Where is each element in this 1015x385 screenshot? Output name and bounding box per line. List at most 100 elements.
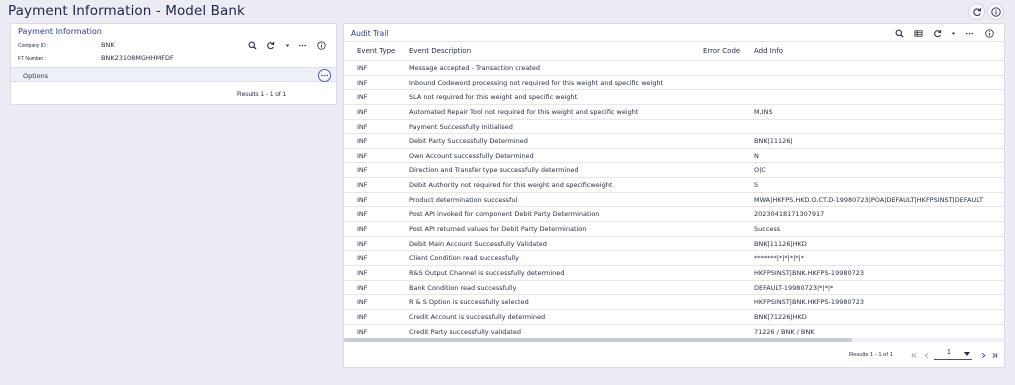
event-type-cell: INF: [357, 283, 368, 292]
add-info-cell: M,INS: [754, 107, 773, 116]
pager-results-count: Results 1 - 1 of 1: [849, 352, 893, 358]
event-type-cell: INF: [357, 239, 368, 248]
add-info-cell: Success: [754, 225, 781, 234]
event-type-cell: INF: [357, 93, 368, 102]
table-row[interactable]: INF Post API returned values for Debit Pa…: [344, 221, 1004, 236]
horizontal-scrollbar-thumb[interactable]: [344, 338, 852, 342]
add-info-cell: N: [754, 151, 759, 160]
options-menu-button[interactable]: [318, 69, 331, 82]
page-title: Payment Information - Model Bank: [8, 3, 245, 19]
table-row[interactable]: INF Product determination successful MWA|H…: [344, 191, 1004, 207]
last-page-button[interactable]: [990, 351, 998, 359]
event-type-cell: INF: [357, 181, 368, 190]
add-info-cell: MWA|HKFPS.HKD.O.CT.D-19980723|POA|DEFAUL…: [754, 195, 983, 204]
table-row[interactable]: INF Automated Repair Tool not required fo…: [344, 103, 1004, 119]
event-type-cell: INF: [357, 312, 368, 321]
options-label: Options: [23, 72, 49, 80]
table-row[interactable]: INF R & S Option is successfully selected…: [344, 294, 1004, 309]
event-description-cell: R & S Option is successfully selected: [409, 298, 529, 307]
caret-down-icon: [964, 352, 970, 356]
event-type-cell: INF: [357, 327, 368, 336]
table-row[interactable]: INF Post API invoked for component Debit …: [344, 206, 1004, 221]
page-number-select[interactable]: 1: [934, 348, 972, 360]
chevron-right-icon: [981, 352, 986, 358]
refresh-button[interactable]: [932, 28, 943, 39]
event-description-cell: Post API returned values for Debit Party…: [409, 225, 587, 234]
table-row[interactable]: INF SLA not required for this weight and …: [344, 89, 1004, 104]
search-button[interactable]: [247, 40, 258, 51]
event-type-cell: INF: [357, 254, 368, 263]
table-row[interactable]: INF Own Account successfully Determined N: [344, 147, 1004, 163]
event-type-cell: INF: [357, 151, 368, 160]
dropdown-button[interactable]: [282, 40, 293, 51]
info-button[interactable]: [984, 28, 995, 39]
column-header-event-type[interactable]: Event Type: [357, 47, 395, 55]
refresh-icon: [267, 42, 275, 50]
table-row[interactable]: INF Message accepted - Transaction create…: [344, 60, 1004, 75]
event-description-cell: Bank Condition read successfully: [409, 283, 517, 292]
column-header-add-info[interactable]: Add Info: [754, 47, 783, 55]
column-header-event-description[interactable]: Event Description: [409, 47, 471, 55]
event-description-cell: Debit Main Account Successfully Validate…: [409, 239, 547, 248]
table-row[interactable]: INF Credit Account is successfully determ…: [344, 308, 1004, 324]
first-page-button[interactable]: [910, 351, 918, 359]
add-info-cell: HKFPSINST|BNK.HKFPS-19980723: [754, 298, 865, 307]
event-description-cell: SLA not required for this weight and spe…: [409, 93, 578, 102]
next-page-button[interactable]: [979, 351, 987, 359]
chevron-left-icon: [924, 352, 928, 358]
table-icon: [914, 30, 923, 37]
chevron-down-icon: [285, 44, 290, 47]
refresh-button[interactable]: [265, 40, 276, 51]
table-row[interactable]: INF Bank Condition read successfully DEFAU…: [344, 279, 1004, 295]
add-info-cell: BNK|11126|: [754, 137, 793, 146]
payment-information-panel: Payment Information Company ID : BNK FT …: [10, 23, 337, 105]
info-button[interactable]: [316, 40, 327, 51]
table-row[interactable]: INF Debit Party Successfully Determined BN…: [344, 133, 1004, 148]
event-type-cell: INF: [357, 78, 368, 87]
event-description-cell: Direction and Transfer type successfully…: [409, 166, 579, 175]
event-type-cell: INF: [357, 64, 368, 72]
event-description-cell: Client Condition read successfully: [409, 254, 519, 263]
event-description-cell: Product determination successful: [409, 195, 518, 204]
chevron-down-icon: [951, 32, 956, 35]
event-description-cell: Automated Repair Tool not required for t…: [409, 107, 639, 116]
info-button[interactable]: [987, 3, 1004, 20]
more-button[interactable]: [297, 40, 308, 51]
panel-title: Audit Trail: [351, 29, 389, 38]
more-icon: [298, 44, 307, 47]
header-divider: [344, 41, 1004, 42]
more-button[interactable]: [964, 28, 975, 39]
column-header-error-code[interactable]: Error Code: [703, 47, 740, 55]
table-row[interactable]: INF Credit Party successfully validated 71…: [344, 323, 1004, 339]
table-row[interactable]: INF Client Condition read successfully ***…: [344, 250, 1004, 265]
dropdown-button[interactable]: [948, 28, 959, 39]
event-description-cell: Debit Authority not required for this we…: [409, 181, 613, 190]
audit-trail-panel: Audit Trail Event Type Event Description…: [343, 23, 1005, 368]
options-bar[interactable]: Options: [11, 67, 336, 82]
event-type-cell: INF: [357, 195, 368, 204]
search-button[interactable]: [894, 28, 905, 39]
event-description-cell: Debit Party Successfully Determined: [409, 137, 528, 146]
info-icon: [985, 29, 994, 38]
event-type-cell: INF: [357, 137, 368, 146]
event-description-cell: Credit Party successfully validated: [409, 327, 521, 336]
refresh-icon: [972, 7, 981, 16]
table-row[interactable]: INF Debit Main Account Successfully Valid…: [344, 235, 1004, 251]
table-row[interactable]: INF R&S Output Channel is successfully de…: [344, 264, 1004, 280]
table-row[interactable]: INF Debit Authority not required for this…: [344, 177, 1004, 192]
table-row[interactable]: INF Inbound Codeword processing not requi…: [344, 74, 1004, 90]
table-row[interactable]: INF Payment Successfully Initialised: [344, 118, 1004, 134]
add-info-cell: BNK|11126|HKD: [754, 239, 807, 248]
table-row[interactable]: INF Direction and Transfer type successfu…: [344, 162, 1004, 177]
add-info-cell: 71226 / BNK / BNK: [754, 327, 815, 336]
event-type-cell: INF: [357, 122, 368, 131]
info-icon: [990, 6, 1001, 17]
company-id-label: Company ID :: [18, 43, 49, 49]
previous-page-button[interactable]: [922, 351, 930, 359]
audit-table-body: INF Message accepted - Transaction create…: [344, 60, 1004, 338]
refresh-button[interactable]: [968, 3, 985, 20]
event-description-cell: R&S Output Channel is successfully deter…: [409, 268, 565, 277]
search-icon: [248, 41, 257, 50]
table-view-button[interactable]: [913, 28, 924, 39]
add-info-cell: 20230418171307917: [754, 210, 825, 219]
